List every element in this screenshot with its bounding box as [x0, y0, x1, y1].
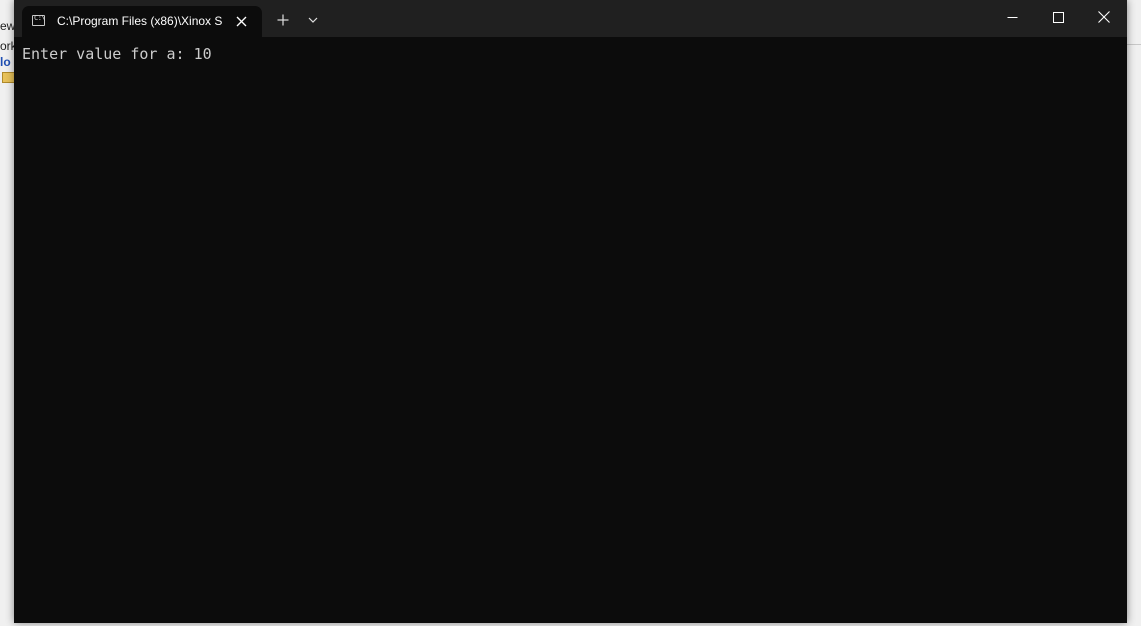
background-divider [1127, 44, 1141, 45]
maximize-button[interactable] [1035, 0, 1081, 34]
tab-title: C:\Program Files (x86)\Xinox S [57, 14, 222, 28]
title-bar[interactable]: C:\ C:\Program Files (x86)\Xinox S [14, 0, 1127, 37]
terminal-output[interactable]: Enter value for a: 10 [14, 37, 1127, 623]
close-icon [236, 16, 246, 26]
terminal-window: C:\ C:\Program Files (x86)\Xinox S Enter… [14, 0, 1127, 623]
terminal-line: Enter value for a: 10 [22, 45, 212, 63]
console-icon-glyph: C:\ [34, 14, 46, 22]
chevron-down-icon [308, 17, 318, 23]
close-icon [1098, 11, 1110, 23]
minimize-icon [1007, 16, 1017, 18]
tab-dropdown-button[interactable] [302, 9, 324, 31]
tab-close-button[interactable] [231, 11, 251, 31]
background-app-text: ew [0, 19, 14, 33]
background-app-text: ork [0, 39, 14, 53]
minimize-button[interactable] [989, 0, 1035, 34]
close-window-button[interactable] [1081, 0, 1127, 34]
tab-active[interactable]: C:\ C:\Program Files (x86)\Xinox S [22, 6, 262, 37]
background-app-link: lo [0, 55, 11, 69]
new-tab-button[interactable] [272, 9, 294, 31]
maximize-icon [1052, 11, 1064, 23]
console-icon: C:\ [32, 14, 46, 26]
plus-icon [277, 14, 289, 26]
